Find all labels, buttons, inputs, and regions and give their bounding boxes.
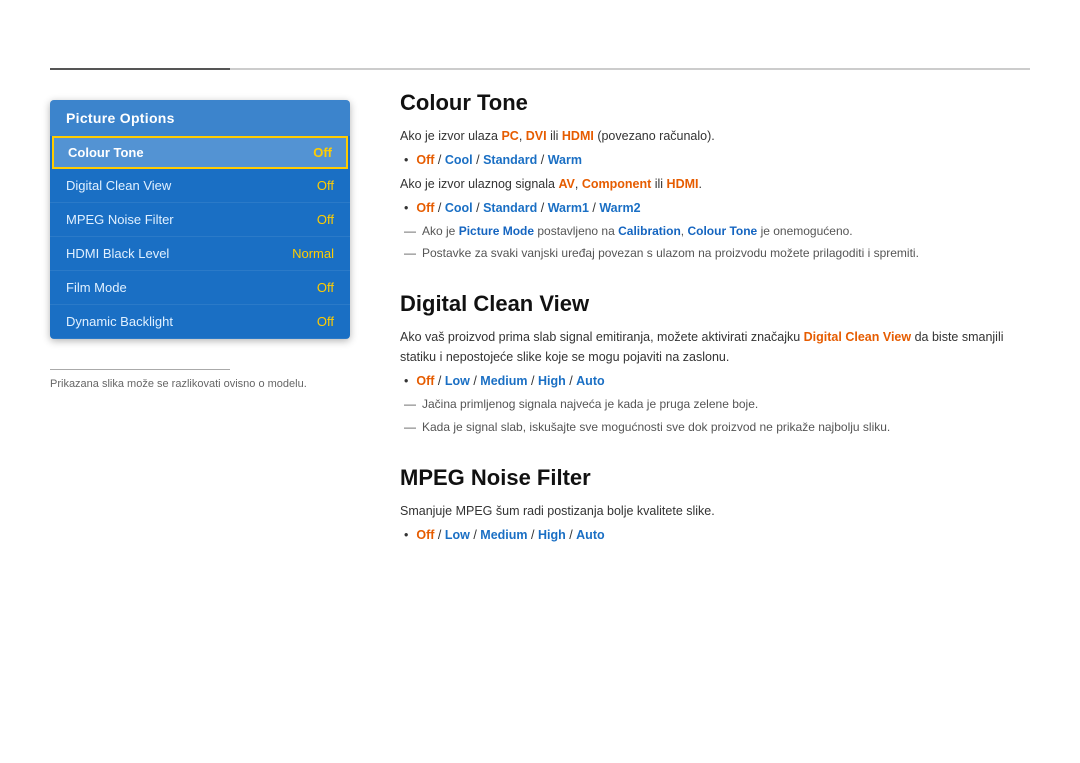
colour-tone-para2: Ako je izvor ulaznog signala AV, Compone… <box>400 174 1030 194</box>
footnote-area: Prikazana slika može se razlikovati ovis… <box>50 369 350 390</box>
digital-clean-view-note2: ― Kada je signal slab, iskušajte sve mog… <box>404 418 1030 437</box>
digital-clean-view-options: • Off / Low / Medium / High / Auto <box>400 371 1030 391</box>
option-list-3: Off / Low / Medium / High / Auto <box>416 371 604 391</box>
menu-item-label: Film Mode <box>66 280 127 295</box>
menu-item-label: HDMI Black Level <box>66 246 169 261</box>
menu-item-value: Normal <box>292 246 334 261</box>
left-panel: Picture Options Colour Tone Off Digital … <box>50 100 350 390</box>
colour-tone-options1: • Off / Cool / Standard / Warm <box>400 150 1030 170</box>
menu-item-label: MPEG Noise Filter <box>66 212 174 227</box>
menu-item-dynamic-backlight[interactable]: Dynamic Backlight Off <box>50 305 350 339</box>
digital-clean-view-title: Digital Clean View <box>400 291 1030 317</box>
footnote-divider <box>50 369 230 370</box>
colour-tone-options2: • Off / Cool / Standard / Warm1 / Warm2 <box>400 198 1030 218</box>
menu-item-colour-tone[interactable]: Colour Tone Off <box>52 136 348 169</box>
menu-item-value: Off <box>317 212 334 227</box>
digital-clean-view-para1: Ako vaš proizvod prima slab signal emiti… <box>400 327 1030 367</box>
menu-item-value: Off <box>313 145 332 160</box>
mpeg-noise-filter-title: MPEG Noise Filter <box>400 465 1030 491</box>
colour-tone-title: Colour Tone <box>400 90 1030 116</box>
option-list-1: Off / Cool / Standard / Warm <box>416 150 582 170</box>
menu-item-film-mode[interactable]: Film Mode Off <box>50 271 350 305</box>
right-content: Colour Tone Ako je izvor ulaza PC, DVI i… <box>400 90 1030 573</box>
option-list-4: Off / Low / Medium / High / Auto <box>416 525 604 545</box>
picture-options-title: Picture Options <box>50 100 350 136</box>
picture-options-box: Picture Options Colour Tone Off Digital … <box>50 100 350 339</box>
bullet-dot: • <box>404 525 408 545</box>
menu-item-label: Dynamic Backlight <box>66 314 173 329</box>
section-colour-tone: Colour Tone Ako je izvor ulaza PC, DVI i… <box>400 90 1030 263</box>
menu-item-label: Digital Clean View <box>66 178 171 193</box>
bullet-dot: • <box>404 371 408 391</box>
colour-tone-para1: Ako je izvor ulaza PC, DVI ili HDMI (pov… <box>400 126 1030 146</box>
menu-item-digital-clean-view[interactable]: Digital Clean View Off <box>50 169 350 203</box>
menu-item-value: Off <box>317 178 334 193</box>
digital-clean-view-note1: ― Jačina primljenog signala najveća je k… <box>404 395 1030 414</box>
section-digital-clean-view: Digital Clean View Ako vaš proizvod prim… <box>400 291 1030 436</box>
bullet-dot: • <box>404 150 408 170</box>
mpeg-noise-filter-options: • Off / Low / Medium / High / Auto <box>400 525 1030 545</box>
section-mpeg-noise-filter: MPEG Noise Filter Smanjuje MPEG šum radi… <box>400 465 1030 545</box>
menu-item-hdmi-black-level[interactable]: HDMI Black Level Normal <box>50 237 350 271</box>
mpeg-noise-filter-body: Smanjuje MPEG šum radi postizanja bolje … <box>400 501 1030 545</box>
colour-tone-note2: ― Postavke za svaki vanjski uređaj povez… <box>404 244 1030 263</box>
footnote-text: Prikazana slika može se razlikovati ovis… <box>50 378 350 390</box>
bullet-dot: • <box>404 198 408 218</box>
menu-item-label: Colour Tone <box>68 145 144 160</box>
top-divider-accent <box>50 68 230 70</box>
menu-item-mpeg-noise-filter[interactable]: MPEG Noise Filter Off <box>50 203 350 237</box>
option-list-2: Off / Cool / Standard / Warm1 / Warm2 <box>416 198 640 218</box>
mpeg-noise-filter-para1: Smanjuje MPEG šum radi postizanja bolje … <box>400 501 1030 521</box>
colour-tone-body: Ako je izvor ulaza PC, DVI ili HDMI (pov… <box>400 126 1030 263</box>
colour-tone-note1: ― Ako je Picture Mode postavljeno na Cal… <box>404 222 1030 241</box>
menu-item-value: Off <box>317 280 334 295</box>
digital-clean-view-body: Ako vaš proizvod prima slab signal emiti… <box>400 327 1030 436</box>
menu-item-value: Off <box>317 314 334 329</box>
